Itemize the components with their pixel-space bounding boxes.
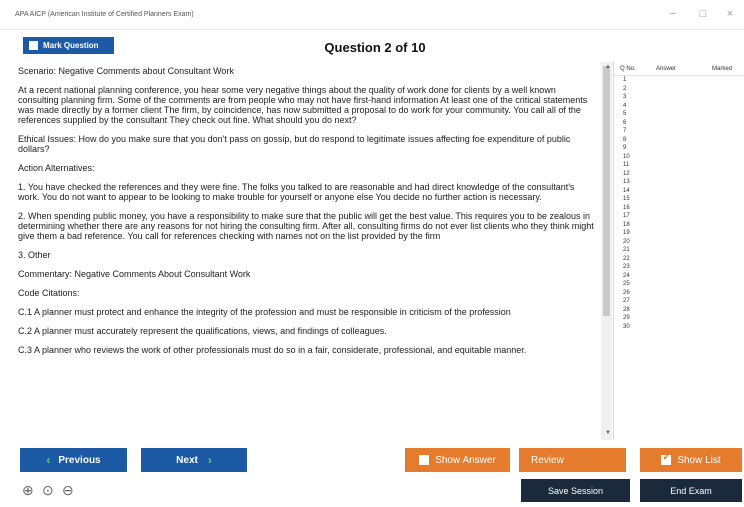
scrollbar-thumb[interactable]: [603, 66, 610, 316]
alternative-1: 1. You have checked the references and t…: [18, 182, 575, 202]
scenario-text: At a recent national planning conference…: [18, 85, 588, 125]
question-list: Q No. Answer Marked 1 2 3 4 5 6 7 8 9 10 11 12 13 14 1…: [613, 62, 744, 440]
next-label: Next: [176, 454, 198, 466]
chevron-right-icon: ›: [207, 453, 212, 467]
zoom-out-icon[interactable]: ⊖: [62, 482, 74, 499]
check-icon: ✓: [662, 452, 671, 463]
question-list-row[interactable]: 19: [614, 229, 744, 238]
end-exam-button[interactable]: End Exam: [640, 479, 742, 502]
question-list-row[interactable]: 1: [614, 76, 744, 85]
question-list-row[interactable]: 14: [614, 187, 744, 196]
mark-question-label: Mark Question: [43, 41, 99, 50]
question-list-row[interactable]: 2: [614, 85, 744, 94]
question-list-row[interactable]: 28: [614, 306, 744, 315]
minimize-button[interactable]: −: [662, 6, 684, 22]
citation-c2: C.2 A planner must accurately represent …: [18, 326, 387, 336]
commentary-heading: Commentary: Negative Comments About Cons…: [18, 269, 251, 279]
scenario-title: Scenario: Negative Comments about Consul…: [18, 66, 234, 76]
question-title: Question 2 of 10: [324, 40, 426, 55]
previous-button[interactable]: ‹ Previous: [20, 448, 127, 472]
question-list-rows: 1 2 3 4 5 6 7 8 9 10 11 12 13 14 15 16 17 18 19 20 21 22 23 24 2…: [614, 76, 744, 331]
review-button[interactable]: Review: [519, 448, 626, 472]
question-list-row[interactable]: 18: [614, 221, 744, 230]
question-list-row[interactable]: 4: [614, 102, 744, 111]
question-list-row[interactable]: 13: [614, 178, 744, 187]
show-answer-label: Show Answer: [435, 454, 496, 466]
show-answer-checkbox[interactable]: [419, 455, 430, 465]
question-list-row[interactable]: 23: [614, 263, 744, 272]
question-list-row[interactable]: 25: [614, 280, 744, 289]
alternative-2: 2. When spending public money, you have …: [18, 211, 594, 241]
save-session-button[interactable]: Save Session: [521, 479, 630, 502]
question-list-row[interactable]: 7: [614, 127, 744, 136]
close-button[interactable]: ×: [719, 6, 741, 22]
zoom-reset-icon[interactable]: ⊙: [42, 482, 54, 499]
alternative-3: 3. Other: [18, 250, 51, 260]
citation-c1: C.1 A planner must protect and enhance t…: [18, 307, 511, 317]
title-bar: APA AICP (American Institute of Certifie…: [0, 0, 744, 30]
question-list-row[interactable]: 6: [614, 119, 744, 128]
next-button[interactable]: Next ›: [141, 448, 247, 472]
question-list-row[interactable]: 27: [614, 297, 744, 306]
mark-checkbox[interactable]: [29, 41, 38, 50]
list-scrollbar[interactable]: [601, 62, 612, 440]
question-list-row[interactable]: 17: [614, 212, 744, 221]
question-list-row[interactable]: 16: [614, 204, 744, 213]
show-list-button[interactable]: ✓ Show List: [640, 448, 742, 472]
zoom-in-icon[interactable]: ⊕: [22, 482, 34, 499]
question-list-row[interactable]: 20: [614, 238, 744, 247]
show-list-checkbox[interactable]: ✓: [661, 452, 672, 465]
show-answer-button[interactable]: Show Answer: [405, 448, 510, 472]
scroll-up-icon[interactable]: ▲: [605, 64, 611, 70]
question-list-row[interactable]: 15: [614, 195, 744, 204]
question-list-row[interactable]: 29: [614, 314, 744, 323]
question-list-row[interactable]: 12: [614, 170, 744, 179]
col-qno: Q No.: [620, 66, 636, 72]
question-list-row[interactable]: 26: [614, 289, 744, 298]
question-list-row[interactable]: 11: [614, 161, 744, 170]
question-list-row[interactable]: 5: [614, 110, 744, 119]
window-title: APA AICP (American Institute of Certifie…: [15, 11, 194, 18]
col-marked: Marked: [712, 66, 733, 72]
question-list-row[interactable]: 24: [614, 272, 744, 281]
citation-c3: C.3 A planner who reviews the work of ot…: [18, 345, 527, 355]
col-answer: Answer: [656, 66, 677, 72]
question-list-row[interactable]: 21: [614, 246, 744, 255]
mark-question-button[interactable]: Mark Question: [23, 37, 114, 54]
show-list-label: Show List: [677, 454, 721, 466]
question-list-row[interactable]: 30: [614, 323, 744, 332]
chevron-left-icon: ‹: [46, 453, 51, 467]
code-citations-heading: Code Citations:: [18, 288, 80, 298]
question-list-header: Q No. Answer Marked: [614, 62, 744, 76]
question-list-row[interactable]: 3: [614, 93, 744, 102]
action-alternatives-heading: Action Alternatives:: [18, 163, 95, 173]
ethical-issues: Ethical Issues: How do you make sure tha…: [18, 134, 571, 154]
maximize-button[interactable]: □: [692, 6, 714, 22]
question-content: Scenario: Negative Comments about Consul…: [18, 66, 598, 440]
question-list-row[interactable]: 22: [614, 255, 744, 264]
question-list-row[interactable]: 10: [614, 153, 744, 162]
question-list-row[interactable]: 9: [614, 144, 744, 153]
previous-label: Previous: [58, 454, 101, 466]
question-list-row[interactable]: 8: [614, 136, 744, 145]
scroll-down-icon[interactable]: ▼: [605, 430, 611, 436]
review-label: Review: [531, 454, 564, 466]
